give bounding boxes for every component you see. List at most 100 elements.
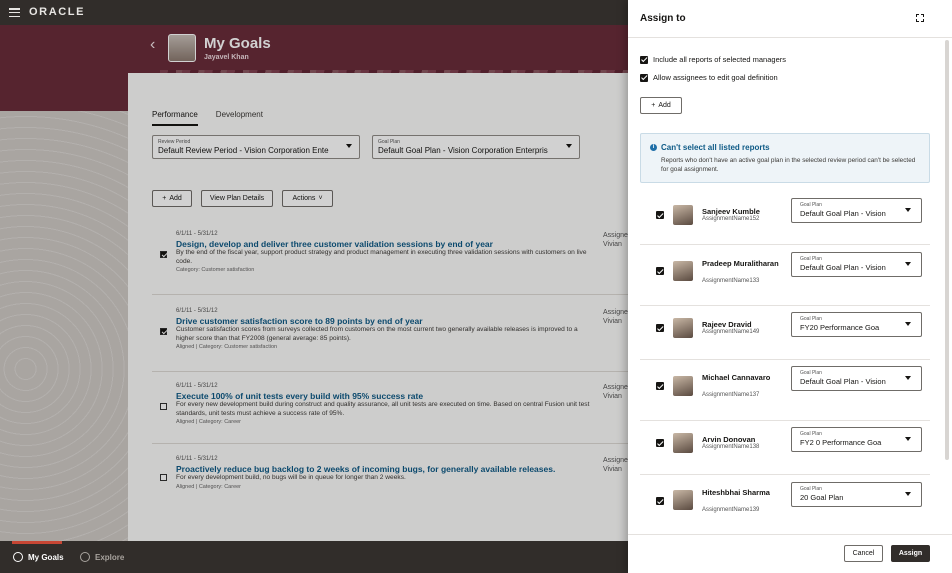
include-reports-option[interactable]: Include all reports of selected managers — [640, 55, 786, 64]
list-item: Rajeev Dravid AssignmentName149 Goal Pla… — [640, 306, 930, 360]
person-name: Arvin Donovan — [702, 435, 756, 444]
goal-meta: Aligned | Category: Career — [176, 484, 242, 490]
avatar — [673, 318, 693, 338]
page-subtitle: Jayavel Khan — [204, 54, 249, 61]
tab-performance[interactable]: Performance — [152, 110, 198, 126]
person-assignment: AssignmentName137 — [702, 392, 760, 398]
scrollbar[interactable] — [945, 40, 949, 460]
goal-checkbox[interactable] — [160, 328, 167, 335]
goal-plan-select[interactable]: Goal Plan FY2 0 Performance Goa — [791, 427, 922, 452]
actions-button[interactable]: Actions ˅ — [282, 190, 333, 207]
goal-plan-select[interactable]: Goal Plan FY20 Performance Goa — [791, 312, 922, 337]
person-checkbox[interactable] — [656, 497, 664, 505]
goal-plan-value: Default Goal Plan - Vision — [800, 263, 886, 272]
goal-title[interactable]: Drive customer satisfaction score to 89 … — [176, 316, 423, 326]
goal-date: 6/1/11 - 5/31/12 — [176, 456, 218, 462]
nav-my-goals[interactable]: My Goals — [13, 552, 64, 562]
chevron-down-icon — [905, 208, 911, 212]
goals-card: Performance Development Review Period De… — [128, 73, 628, 541]
add-assignee-button[interactable]: + Add — [640, 97, 682, 114]
goal-plan-label: Goal Plan — [378, 139, 400, 145]
person-checkbox[interactable] — [656, 267, 664, 275]
assign-to-drawer: Assign to Include all reports of selecte… — [628, 0, 952, 573]
info-text: Reports who don't have an active goal pl… — [661, 157, 916, 173]
review-period-value: Default Review Period - Vision Corporati… — [158, 146, 329, 155]
goal-description: By the end of the fiscal year, support p… — [176, 249, 587, 265]
person-name: Hiteshbhai Sharma — [702, 488, 770, 497]
include-reports-checkbox[interactable] — [640, 55, 648, 64]
person-assignment: AssignmentName133 — [702, 278, 760, 284]
tab-bar: Performance Development — [152, 110, 263, 126]
person-name: Pradeep Muralitharan — [702, 259, 779, 268]
view-plan-details-button[interactable]: View Plan Details — [201, 190, 273, 207]
add-goal-button[interactable]: + Add — [152, 190, 192, 207]
assignee-label: Assigne — [603, 309, 628, 316]
goal-date: 6/1/11 - 5/31/12 — [176, 383, 218, 389]
goal-meta: Aligned | Category: Customer satisfactio… — [176, 344, 278, 350]
goal-plan-value: FY2 0 Performance Goa — [800, 438, 882, 447]
avatar — [673, 433, 693, 453]
avatar — [673, 490, 693, 510]
person-name: Rajeev Dravid — [702, 320, 752, 329]
expand-icon[interactable] — [916, 14, 924, 22]
assignee-label: Assigne — [603, 384, 628, 391]
review-period-label: Review Period — [158, 139, 191, 145]
tab-development[interactable]: Development — [216, 110, 263, 126]
goal-checkbox[interactable] — [160, 251, 167, 258]
allow-edit-checkbox[interactable] — [640, 73, 648, 82]
goal-plan-label: Goal Plan — [800, 431, 822, 437]
person-checkbox[interactable] — [656, 382, 664, 390]
goal-plan-select[interactable]: Goal Plan Default Goal Plan - Vision Cor… — [372, 135, 580, 159]
add-goal-label: Add — [169, 195, 182, 202]
divider — [628, 37, 952, 38]
person-assignment: AssignmentName139 — [702, 507, 760, 513]
nav-my-goals-label: My Goals — [28, 552, 64, 562]
goal-checkbox[interactable] — [160, 474, 167, 481]
bottom-nav: My Goals Explore — [0, 541, 628, 573]
goal-checkbox[interactable] — [160, 403, 167, 410]
goal-plan-select[interactable]: Goal Plan Default Goal Plan - Vision — [791, 198, 922, 223]
goal-meta: Aligned | Category: Career — [176, 419, 242, 425]
chevron-down-icon — [905, 322, 911, 326]
eye-icon — [80, 552, 90, 562]
goal-title[interactable]: Execute 100% of unit tests every build w… — [176, 391, 423, 401]
assignee-value: Vivian — [603, 241, 622, 248]
assignee-label: Assigne — [603, 457, 628, 464]
allow-edit-option[interactable]: Allow assignees to edit goal definition — [640, 73, 778, 82]
page-title: My Goals — [204, 35, 271, 52]
review-period-select[interactable]: Review Period Default Review Period - Vi… — [152, 135, 360, 159]
person-checkbox[interactable] — [656, 211, 664, 219]
chevron-down-icon — [905, 376, 911, 380]
goal-description: For every new development build during c… — [176, 401, 590, 417]
menu-icon[interactable] — [9, 8, 20, 18]
info-message: i Can't select all listed reports Report… — [640, 133, 930, 183]
avatar — [168, 34, 196, 62]
assignee-value: Vivian — [603, 393, 622, 400]
include-reports-label: Include all reports of selected managers — [653, 55, 786, 64]
goal-assignee: Assigne Vivian — [603, 456, 628, 474]
goal-title[interactable]: Design, develop and deliver three custom… — [176, 239, 493, 249]
person-checkbox[interactable] — [656, 324, 664, 332]
person-name: Sanjeev Kumble — [702, 207, 760, 216]
actions-label: Actions — [292, 195, 316, 202]
info-icon: i — [650, 144, 657, 151]
list-item: Arvin Donovan AssignmentName138 Goal Pla… — [640, 421, 930, 475]
cancel-button[interactable]: Cancel — [844, 545, 883, 562]
chevron-down-icon — [346, 144, 352, 148]
divider — [152, 443, 628, 444]
goal-date: 6/1/11 - 5/31/12 — [176, 231, 218, 237]
goal-title[interactable]: Proactively reduce bug backlog to 2 week… — [176, 464, 555, 474]
assign-button[interactable]: Assign — [891, 545, 930, 562]
person-checkbox[interactable] — [656, 439, 664, 447]
add-assignee-label: Add — [658, 102, 671, 109]
list-item: Hiteshbhai Sharma AssignmentName139 Goal… — [640, 475, 930, 532]
goal-plan-select[interactable]: Goal Plan Default Goal Plan - Vision — [791, 252, 922, 277]
goal-plan-select[interactable]: Goal Plan 20 Goal Plan — [791, 482, 922, 507]
goal-plan-select[interactable]: Goal Plan Default Goal Plan - Vision — [791, 366, 922, 391]
assignee-value: Vivian — [603, 466, 622, 473]
back-icon[interactable]: ‹ — [150, 36, 155, 54]
goal-date: 6/1/11 - 5/31/12 — [176, 308, 218, 314]
chevron-down-icon — [905, 492, 911, 496]
avatar — [673, 205, 693, 225]
nav-explore[interactable]: Explore — [80, 552, 124, 562]
